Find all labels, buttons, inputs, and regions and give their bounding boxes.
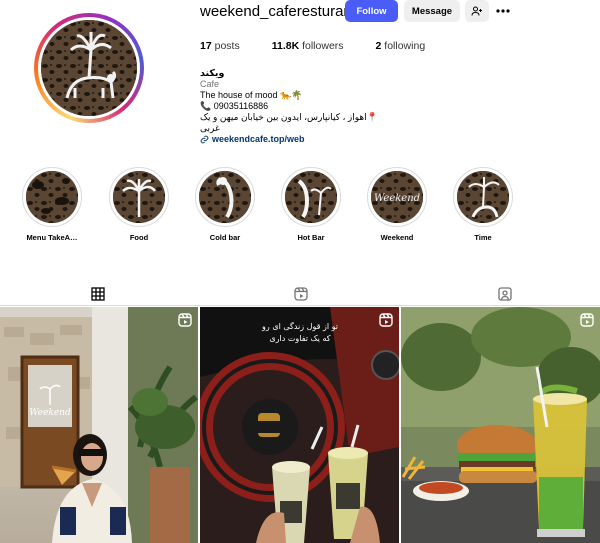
svg-text:Weekend: Weekend xyxy=(374,193,420,204)
profile-display-name: ویکند xyxy=(200,68,225,79)
svg-text:Weekend: Weekend xyxy=(29,408,71,418)
reels-icon xyxy=(294,287,308,301)
add-user-icon xyxy=(471,6,482,16)
profile-bio: ویکند Cafe The house of mood 🐆🌴 📞 090351… xyxy=(200,68,400,145)
highlight-food[interactable]: Food xyxy=(104,167,174,242)
profile-category: Cafe xyxy=(200,79,220,89)
more-options-button[interactable] xyxy=(494,3,512,19)
profile-avatar xyxy=(41,20,137,116)
post-woman-eating[interactable]: Weekend xyxy=(0,307,198,543)
reels-tab[interactable] xyxy=(281,284,321,304)
suggested-users-button[interactable] xyxy=(465,0,489,22)
reel-icon xyxy=(580,313,594,327)
follow-button[interactable]: Follow xyxy=(345,0,398,22)
message-button[interactable]: Message xyxy=(404,0,460,22)
followers-count[interactable]: 11.8K followers xyxy=(272,40,344,52)
profile-avatar-ring[interactable] xyxy=(34,13,144,123)
highlight-cold-bar[interactable]: Cold bar xyxy=(190,167,260,242)
profile-username: weekend_caferesturant xyxy=(200,3,356,20)
leopard-palm-icon xyxy=(285,171,337,223)
palm-tree-icon xyxy=(113,171,165,223)
highlight-menu[interactable]: Menu TakeA… xyxy=(17,167,87,242)
bio-link[interactable]: weekendcafe.top/web xyxy=(200,134,400,145)
posts-count: 17 posts xyxy=(200,40,240,52)
bio-phone: 📞 09035116886 xyxy=(200,101,269,111)
link-icon xyxy=(200,135,209,144)
post-burger-drink[interactable] xyxy=(401,307,600,543)
posts-tab[interactable] xyxy=(78,284,118,306)
highlight-hot-bar[interactable]: Hot Bar xyxy=(276,167,346,242)
more-dots-icon xyxy=(496,9,510,13)
reel-icon xyxy=(379,313,393,327)
bio-line: The house of mood 🐆🌴 xyxy=(200,90,303,100)
tagged-tab[interactable] xyxy=(485,284,525,304)
post-car-drinks[interactable]: تو از قول زندگی ای رو که یک تفاوت داری xyxy=(200,307,399,543)
profile-stats: 17 posts 11.8K followers 2 following xyxy=(200,40,457,52)
grid-icon xyxy=(91,287,105,301)
highlight-time[interactable]: Time xyxy=(448,167,518,242)
palm-leopard-icon xyxy=(457,171,509,223)
tabs-divider xyxy=(0,305,600,306)
post-overlay-text-line2: که یک تفاوت داری xyxy=(269,334,330,343)
leopard-print-icon xyxy=(26,171,78,223)
following-count[interactable]: 2 following xyxy=(376,40,426,52)
highlight-weekend[interactable]: Weekend Weekend xyxy=(362,167,432,242)
bio-address: 📍اهواز ، کیانپارس، ایدون بین خیابان میهن… xyxy=(200,112,378,133)
reel-icon xyxy=(178,313,192,327)
tagged-icon xyxy=(498,287,512,301)
leopard-icon xyxy=(199,171,251,223)
weekend-script-icon: Weekend xyxy=(371,171,423,223)
post-overlay-text-line1: تو از قول زندگی ای رو xyxy=(261,321,338,331)
